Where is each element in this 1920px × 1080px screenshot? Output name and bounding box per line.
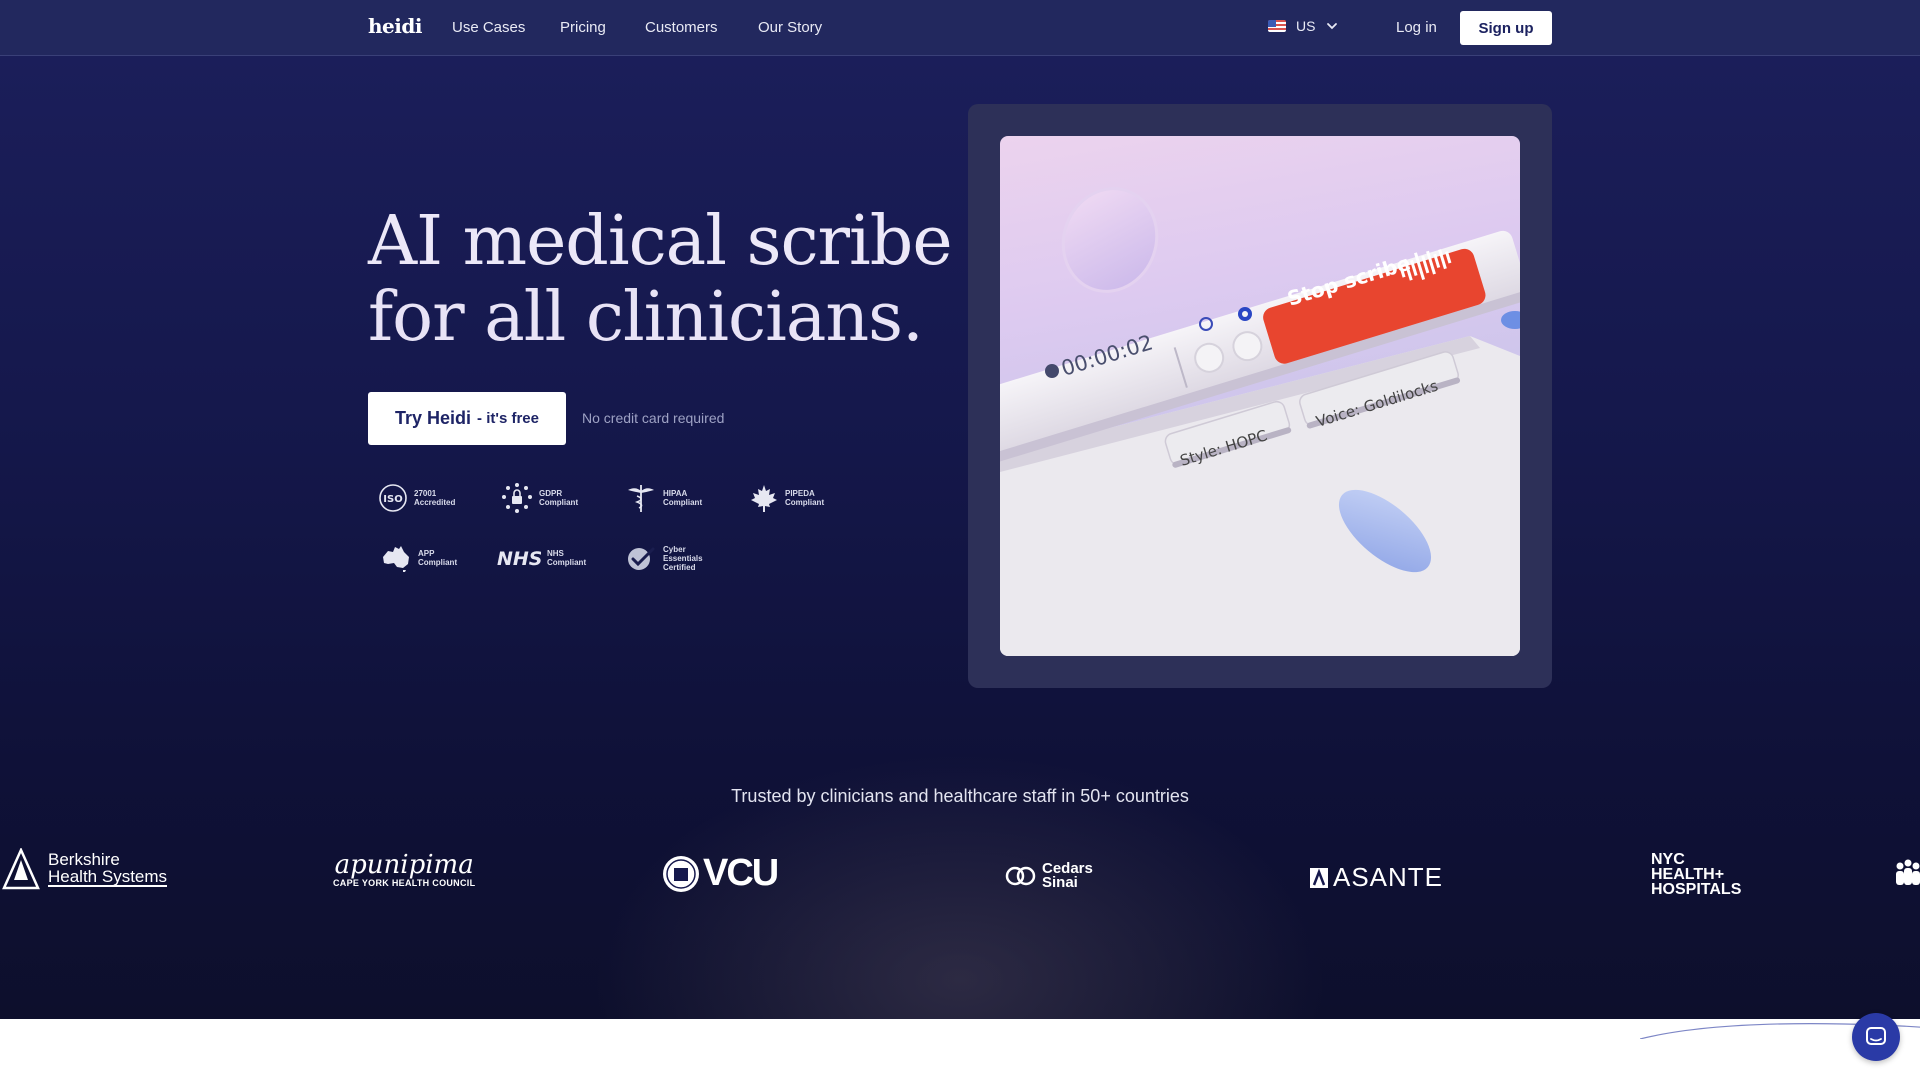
caduceus-icon [628, 485, 654, 512]
logo-cedars-sinai: Cedars Sinai [1004, 861, 1093, 891]
chat-launcher-button[interactable] [1852, 1013, 1900, 1061]
hero-section: heidi Use Cases Pricing Customers Our St… [0, 0, 1920, 1019]
hero-product-image: 00:00:02 Stop scribe Style: HOPC Voice: … [1000, 136, 1520, 656]
badge-iso-line1: 27001 [414, 489, 437, 498]
nav-link-pricing[interactable]: Pricing [560, 19, 606, 36]
login-link[interactable]: Log in [1396, 19, 1437, 36]
nyc-line1: NYC [1651, 851, 1685, 868]
headline-line-2: for all clinicians. [368, 278, 924, 357]
cedars-link-icon [1005, 866, 1036, 886]
badge-nhs: NHS NHS Compliant [497, 541, 586, 575]
badge-iso-line2: Accredited [414, 498, 456, 507]
nyc-line2: HEALTH+ [1651, 866, 1725, 883]
badge-hipaa: HIPAA Compliant [625, 481, 702, 515]
badge-cyber-line2: Essentials [663, 553, 703, 563]
nav-link-customers[interactable]: Customers [645, 19, 718, 36]
badge-cyber-line1: Cyber [663, 544, 686, 554]
australia-icon [383, 546, 409, 572]
iso-icon: ISO [379, 484, 407, 512]
badge-app-line2: Compliant [418, 558, 458, 567]
top-nav: heidi Use Cases Pricing Customers Our St… [0, 0, 1920, 56]
logo-asante: ASANTE [1309, 862, 1443, 893]
nav-link-use-cases[interactable]: Use Cases [452, 19, 525, 36]
svg-text:ISO: ISO [383, 494, 402, 505]
badge-iso: ISO 27001 Accredited [378, 481, 455, 515]
badge-pipeda-line2: Compliant [785, 498, 825, 507]
badge-hipaa-line2: Compliant [663, 498, 703, 507]
badge-hipaa-line1: HIPAA [663, 489, 688, 498]
locale-label: US [1296, 18, 1316, 34]
badge-gdpr-line2: Compliant [539, 498, 579, 507]
cyber-essentials-icon [628, 547, 655, 570]
nyc-line3: HOSPITALS [1651, 881, 1742, 898]
next-section [0, 1019, 1920, 1080]
locale-selector[interactable]: US [1268, 18, 1339, 34]
gear-icon [1238, 307, 1252, 321]
badge-gdpr-line1: GDPR [539, 489, 563, 498]
badge-cyber-essentials: Cyber Essentials Certified [625, 541, 703, 575]
badge-pipeda: PIPEDA Compliant [749, 481, 824, 515]
logo-nyc-health: NYC HEALTH+ HOSPITALS [1651, 851, 1742, 898]
cta-sub-label: - it's free [477, 410, 539, 427]
berkshire-line1: Berkshire [48, 850, 120, 869]
maple-leaf-icon [751, 485, 777, 512]
headline-line-1: AI medical scribe [368, 202, 953, 281]
svg-text:NHS: NHS [497, 548, 541, 570]
trusted-heading: Trusted by clinicians and healthcare sta… [731, 786, 1189, 806]
apunipima-subtitle: CAPE YORK HEALTH COUNCIL [333, 878, 476, 888]
scribe-illustration: 00:00:02 Stop scribe Style: HOPC Voice: … [1000, 187, 1520, 656]
badge-app-line1: APP [418, 549, 435, 558]
heidi-logo[interactable]: heidi [368, 14, 422, 38]
apunipima-wordmark: apunipima [334, 850, 474, 880]
berkshire-line2: Health Systems [48, 867, 168, 887]
cedars-line2: Sinai [1042, 874, 1078, 891]
people-group-icon [1896, 859, 1920, 885]
cta-main-label: Try Heidi [395, 408, 472, 428]
asante-mark-icon [1310, 867, 1328, 888]
logo-apunipima: apunipima CAPE YORK HEALTH COUNCIL [333, 852, 475, 888]
asante-wordmark: ASANTE [1333, 862, 1444, 892]
badge-app: APP Compliant [380, 541, 457, 575]
chevron-down-icon [1327, 23, 1338, 30]
nhs-icon: NHS [497, 548, 541, 570]
no-credit-card-note: No credit card required [582, 410, 725, 426]
badge-gdpr: GDPR Compliant [501, 481, 578, 515]
signup-button[interactable]: Sign up [1460, 11, 1552, 45]
logo-berkshire: Berkshire Health Systems [0, 848, 168, 890]
stopwatch-icon [1045, 364, 1059, 378]
nav-link-our-story[interactable]: Our Story [758, 19, 822, 36]
berkshire-tree-icon [2, 848, 40, 890]
try-heidi-button[interactable]: Try Heidi - it's free [368, 392, 566, 445]
chat-icon [1866, 1027, 1886, 1045]
vcu-seal-icon [663, 855, 699, 892]
vcu-wordmark: VCU [703, 852, 779, 894]
badge-nhs-line2: Compliant [547, 558, 587, 567]
badge-cyber-line3: Certified [663, 562, 696, 572]
badge-pipeda-line1: PIPEDA [785, 489, 815, 498]
lens-shape [1061, 187, 1159, 293]
gdpr-icon [502, 483, 532, 513]
us-flag-icon [1268, 20, 1286, 32]
logo-partial-next [1894, 858, 1920, 893]
hero-headline: AI medical scribe for all clinicians. [368, 204, 968, 356]
logo-vcu: VCU [661, 852, 779, 895]
badge-nhs-line1: NHS [547, 549, 564, 558]
blue-dot-shape [1501, 311, 1520, 329]
